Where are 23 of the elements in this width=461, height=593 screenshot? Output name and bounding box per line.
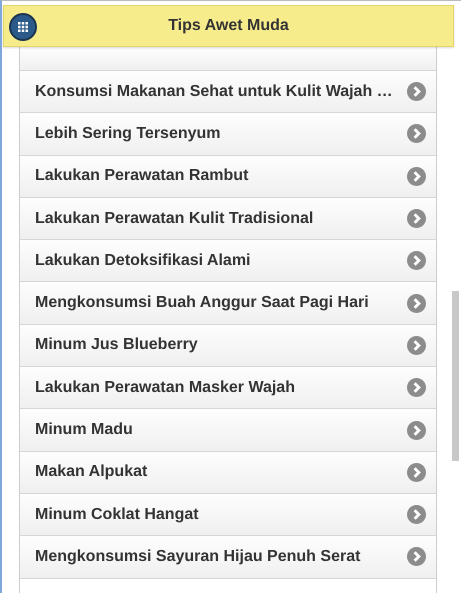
list-item[interactable]: Lakukan Perawatan Masker Wajah bbox=[20, 367, 436, 410]
chevron-right-icon bbox=[407, 547, 426, 566]
chevron-right-icon bbox=[407, 505, 426, 524]
chevron-right-icon bbox=[407, 336, 426, 355]
page-title: Tips Awet Muda bbox=[168, 16, 289, 36]
list-item[interactable]: Makan Alpukat bbox=[20, 452, 436, 494]
list-item[interactable]: Lakukan Perawatan Rambut bbox=[20, 156, 436, 198]
chevron-right-icon bbox=[407, 166, 426, 186]
chevron-right-icon bbox=[407, 462, 426, 482]
chevron-right-icon bbox=[407, 82, 426, 102]
chevron-right-icon bbox=[407, 124, 426, 144]
list-item[interactable]: Lakukan Detoksifikasi Alami bbox=[20, 240, 436, 282]
menu-button[interactable] bbox=[9, 13, 37, 41]
list-item[interactable]: Lebih Sering Tersenyum bbox=[20, 113, 436, 156]
list-item[interactable]: Konsumsi Makanan Sehat untuk Kulit Wajah … bbox=[20, 71, 436, 114]
grid-icon bbox=[17, 21, 29, 33]
chevron-right-icon bbox=[407, 294, 426, 313]
list-item[interactable] bbox=[20, 47, 436, 71]
chevron-right-icon bbox=[407, 251, 426, 270]
chevron-right-icon bbox=[407, 378, 426, 398]
chevron-right-icon bbox=[407, 209, 426, 228]
scrollbar-thumb[interactable] bbox=[452, 291, 459, 461]
chevron-right-icon bbox=[407, 420, 426, 440]
